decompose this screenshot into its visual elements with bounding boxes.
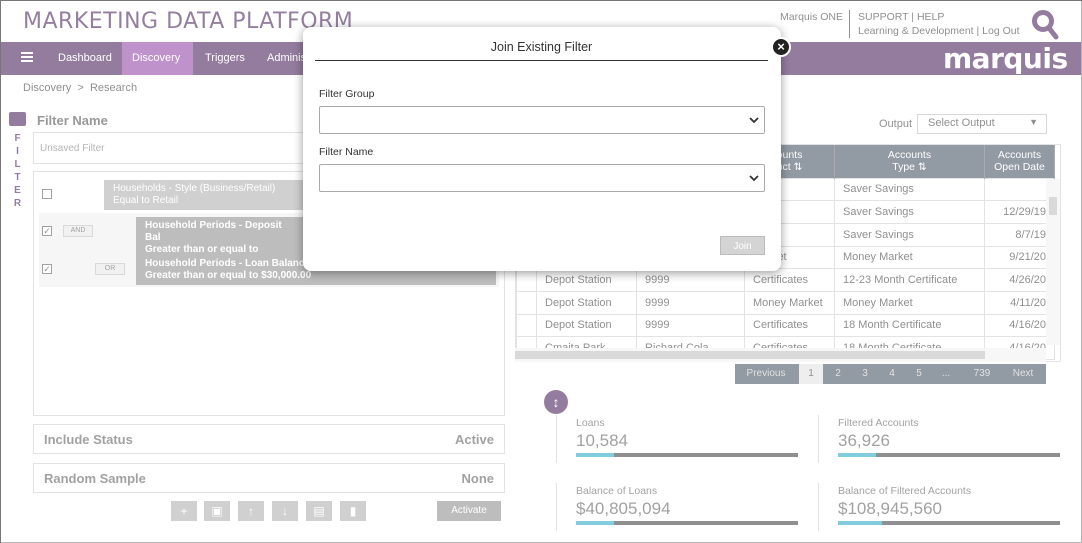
- chevron-down-icon: [749, 175, 759, 182]
- close-icon[interactable]: ×: [771, 37, 791, 57]
- join-button[interactable]: Join: [720, 236, 765, 255]
- filter-name-select[interactable]: [319, 164, 765, 192]
- filter-group-select[interactable]: [319, 106, 765, 134]
- filter-group-label: Filter Group: [319, 88, 375, 100]
- filter-name-modal-label: Filter Name: [319, 146, 374, 158]
- modal-title: Join Existing Filter: [315, 40, 768, 61]
- join-filter-modal: Join Existing Filter × Filter Group Filt…: [303, 27, 791, 271]
- chevron-down-icon: [749, 117, 759, 124]
